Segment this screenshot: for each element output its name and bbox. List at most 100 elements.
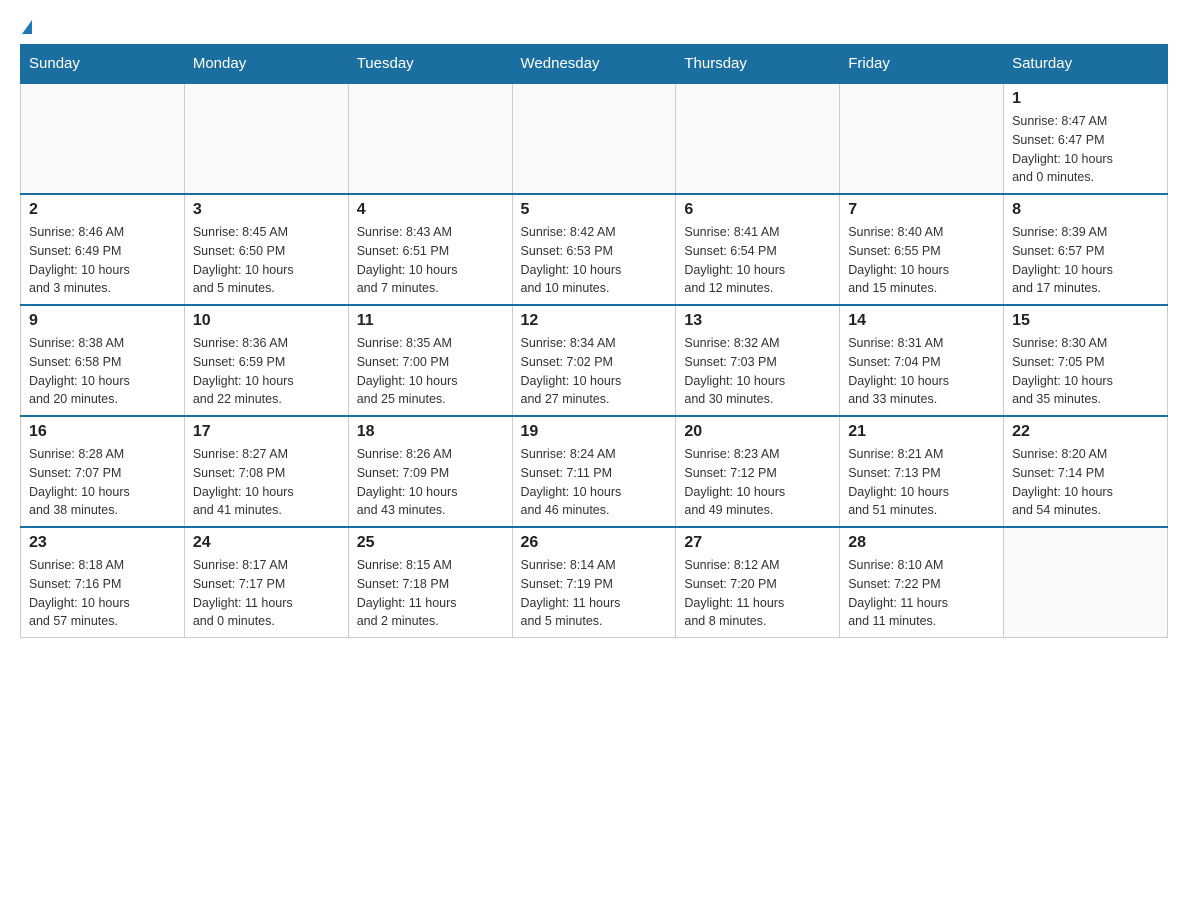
day-info: Sunrise: 8:34 AMSunset: 7:02 PMDaylight:… xyxy=(521,334,668,409)
calendar-cell-1-1 xyxy=(21,83,185,194)
day-number: 3 xyxy=(193,201,340,219)
week-row-2: 2 Sunrise: 8:46 AMSunset: 6:49 PMDaylight… xyxy=(21,194,1168,305)
day-info: Sunrise: 8:47 AMSunset: 6:47 PMDaylight:… xyxy=(1012,112,1159,187)
day-number: 28 xyxy=(848,534,995,552)
calendar-cell-5-3: 25 Sunrise: 8:15 AMSunset: 7:18 PMDayligh… xyxy=(348,527,512,638)
day-info: Sunrise: 8:21 AMSunset: 7:13 PMDaylight:… xyxy=(848,445,995,520)
weekday-header-sunday: Sunday xyxy=(21,45,185,84)
calendar-cell-1-2 xyxy=(184,83,348,194)
day-number: 22 xyxy=(1012,423,1159,441)
day-info: Sunrise: 8:35 AMSunset: 7:00 PMDaylight:… xyxy=(357,334,504,409)
weekday-header-saturday: Saturday xyxy=(1004,45,1168,84)
calendar-cell-3-7: 15 Sunrise: 8:30 AMSunset: 7:05 PMDayligh… xyxy=(1004,305,1168,416)
calendar-cell-3-4: 12Sunrise: 8:34 AMSunset: 7:02 PMDayligh… xyxy=(512,305,676,416)
day-info: Sunrise: 8:41 AMSunset: 6:54 PMDaylight:… xyxy=(684,223,831,298)
calendar-cell-4-5: 20 Sunrise: 8:23 AMSunset: 7:12 PMDayligh… xyxy=(676,416,840,527)
day-info: Sunrise: 8:14 AMSunset: 7:19 PMDaylight:… xyxy=(521,556,668,631)
day-number: 2 xyxy=(29,201,176,219)
day-number: 13 xyxy=(684,312,831,330)
calendar-cell-2-4: 5 Sunrise: 8:42 AMSunset: 6:53 PMDaylight… xyxy=(512,194,676,305)
day-number: 25 xyxy=(357,534,504,552)
calendar-cell-5-6: 28 Sunrise: 8:10 AMSunset: 7:22 PMDayligh… xyxy=(840,527,1004,638)
day-number: 14 xyxy=(848,312,995,330)
weekday-header-friday: Friday xyxy=(840,45,1004,84)
calendar-table: SundayMondayTuesdayWednesdayThursdayFrid… xyxy=(20,44,1168,638)
calendar-cell-3-2: 10 Sunrise: 8:36 AMSunset: 6:59 PMDayligh… xyxy=(184,305,348,416)
day-info: Sunrise: 8:30 AMSunset: 7:05 PMDaylight:… xyxy=(1012,334,1159,409)
calendar-cell-4-1: 16 Sunrise: 8:28 AMSunset: 7:07 PMDayligh… xyxy=(21,416,185,527)
logo xyxy=(20,20,32,34)
week-row-4: 16 Sunrise: 8:28 AMSunset: 7:07 PMDayligh… xyxy=(21,416,1168,527)
calendar-cell-2-3: 4Sunrise: 8:43 AMSunset: 6:51 PMDaylight… xyxy=(348,194,512,305)
page-header xyxy=(20,20,1168,34)
day-number: 16 xyxy=(29,423,176,441)
day-info: Sunrise: 8:32 AMSunset: 7:03 PMDaylight:… xyxy=(684,334,831,409)
week-row-1: 1 Sunrise: 8:47 AMSunset: 6:47 PMDaylight… xyxy=(21,83,1168,194)
weekday-header-tuesday: Tuesday xyxy=(348,45,512,84)
day-info: Sunrise: 8:36 AMSunset: 6:59 PMDaylight:… xyxy=(193,334,340,409)
calendar-cell-5-1: 23 Sunrise: 8:18 AMSunset: 7:16 PMDayligh… xyxy=(21,527,185,638)
day-number: 17 xyxy=(193,423,340,441)
calendar-cell-2-2: 3 Sunrise: 8:45 AMSunset: 6:50 PMDaylight… xyxy=(184,194,348,305)
day-number: 10 xyxy=(193,312,340,330)
calendar-cell-4-2: 17 Sunrise: 8:27 AMSunset: 7:08 PMDayligh… xyxy=(184,416,348,527)
day-info: Sunrise: 8:26 AMSunset: 7:09 PMDaylight:… xyxy=(357,445,504,520)
calendar-cell-4-6: 21 Sunrise: 8:21 AMSunset: 7:13 PMDayligh… xyxy=(840,416,1004,527)
day-number: 24 xyxy=(193,534,340,552)
day-number: 1 xyxy=(1012,90,1159,108)
day-number: 8 xyxy=(1012,201,1159,219)
calendar-cell-2-7: 8 Sunrise: 8:39 AMSunset: 6:57 PMDaylight… xyxy=(1004,194,1168,305)
day-info: Sunrise: 8:43 AMSunset: 6:51 PMDaylight:… xyxy=(357,223,504,298)
day-number: 15 xyxy=(1012,312,1159,330)
day-info: Sunrise: 8:39 AMSunset: 6:57 PMDaylight:… xyxy=(1012,223,1159,298)
calendar-cell-4-4: 19Sunrise: 8:24 AMSunset: 7:11 PMDayligh… xyxy=(512,416,676,527)
day-info: Sunrise: 8:38 AMSunset: 6:58 PMDaylight:… xyxy=(29,334,176,409)
day-info: Sunrise: 8:15 AMSunset: 7:18 PMDaylight:… xyxy=(357,556,504,631)
day-info: Sunrise: 8:40 AMSunset: 6:55 PMDaylight:… xyxy=(848,223,995,298)
calendar-cell-5-7 xyxy=(1004,527,1168,638)
day-number: 5 xyxy=(521,201,668,219)
day-number: 21 xyxy=(848,423,995,441)
calendar-cell-3-5: 13 Sunrise: 8:32 AMSunset: 7:03 PMDayligh… xyxy=(676,305,840,416)
day-number: 19 xyxy=(521,423,668,441)
day-number: 18 xyxy=(357,423,504,441)
calendar-cell-5-2: 24 Sunrise: 8:17 AMSunset: 7:17 PMDayligh… xyxy=(184,527,348,638)
calendar-cell-3-3: 11 Sunrise: 8:35 AMSunset: 7:00 PMDayligh… xyxy=(348,305,512,416)
day-info: Sunrise: 8:45 AMSunset: 6:50 PMDaylight:… xyxy=(193,223,340,298)
calendar-cell-1-5 xyxy=(676,83,840,194)
day-number: 26 xyxy=(521,534,668,552)
day-info: Sunrise: 8:12 AMSunset: 7:20 PMDaylight:… xyxy=(684,556,831,631)
calendar-cell-4-7: 22 Sunrise: 8:20 AMSunset: 7:14 PMDayligh… xyxy=(1004,416,1168,527)
week-row-3: 9 Sunrise: 8:38 AMSunset: 6:58 PMDaylight… xyxy=(21,305,1168,416)
day-number: 7 xyxy=(848,201,995,219)
day-number: 6 xyxy=(684,201,831,219)
calendar-cell-4-3: 18 Sunrise: 8:26 AMSunset: 7:09 PMDayligh… xyxy=(348,416,512,527)
day-info: Sunrise: 8:42 AMSunset: 6:53 PMDaylight:… xyxy=(521,223,668,298)
day-number: 27 xyxy=(684,534,831,552)
day-info: Sunrise: 8:18 AMSunset: 7:16 PMDaylight:… xyxy=(29,556,176,631)
weekday-header-monday: Monday xyxy=(184,45,348,84)
calendar-cell-3-6: 14 Sunrise: 8:31 AMSunset: 7:04 PMDayligh… xyxy=(840,305,1004,416)
weekday-header-row: SundayMondayTuesdayWednesdayThursdayFrid… xyxy=(21,45,1168,84)
weekday-header-wednesday: Wednesday xyxy=(512,45,676,84)
calendar-cell-2-1: 2 Sunrise: 8:46 AMSunset: 6:49 PMDaylight… xyxy=(21,194,185,305)
week-row-5: 23 Sunrise: 8:18 AMSunset: 7:16 PMDayligh… xyxy=(21,527,1168,638)
day-info: Sunrise: 8:17 AMSunset: 7:17 PMDaylight:… xyxy=(193,556,340,631)
day-info: Sunrise: 8:31 AMSunset: 7:04 PMDaylight:… xyxy=(848,334,995,409)
calendar-cell-5-4: 26 Sunrise: 8:14 AMSunset: 7:19 PMDayligh… xyxy=(512,527,676,638)
calendar-cell-2-5: 6 Sunrise: 8:41 AMSunset: 6:54 PMDaylight… xyxy=(676,194,840,305)
calendar-cell-1-7: 1 Sunrise: 8:47 AMSunset: 6:47 PMDaylight… xyxy=(1004,83,1168,194)
calendar-cell-3-1: 9 Sunrise: 8:38 AMSunset: 6:58 PMDaylight… xyxy=(21,305,185,416)
day-info: Sunrise: 8:28 AMSunset: 7:07 PMDaylight:… xyxy=(29,445,176,520)
day-number: 9 xyxy=(29,312,176,330)
day-info: Sunrise: 8:27 AMSunset: 7:08 PMDaylight:… xyxy=(193,445,340,520)
day-info: Sunrise: 8:10 AMSunset: 7:22 PMDaylight:… xyxy=(848,556,995,631)
day-number: 11 xyxy=(357,312,504,330)
day-number: 23 xyxy=(29,534,176,552)
day-info: Sunrise: 8:46 AMSunset: 6:49 PMDaylight:… xyxy=(29,223,176,298)
calendar-cell-1-4 xyxy=(512,83,676,194)
day-info: Sunrise: 8:23 AMSunset: 7:12 PMDaylight:… xyxy=(684,445,831,520)
day-number: 20 xyxy=(684,423,831,441)
calendar-cell-1-6 xyxy=(840,83,1004,194)
day-info: Sunrise: 8:20 AMSunset: 7:14 PMDaylight:… xyxy=(1012,445,1159,520)
